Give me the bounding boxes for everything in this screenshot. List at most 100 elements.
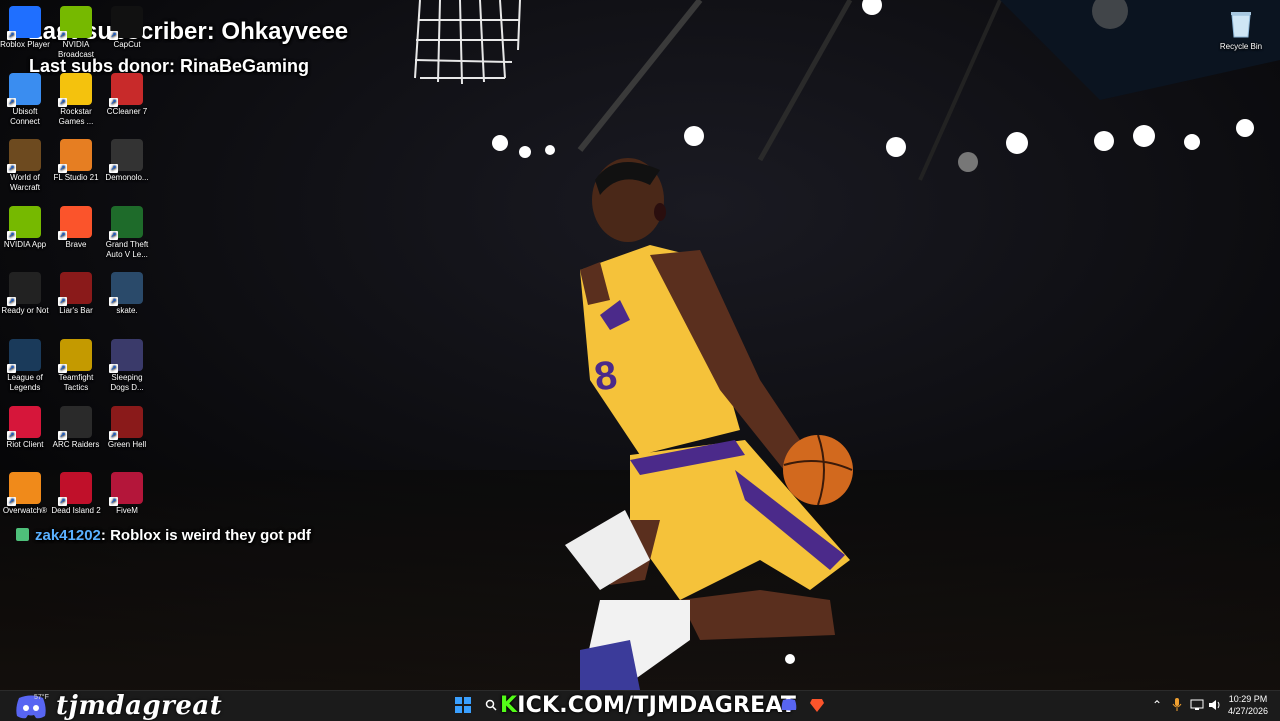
desktop-shortcut-label: World of Warcraft [10, 173, 40, 193]
skate-icon: ↗ [109, 272, 143, 307]
taskbar-brave-app[interactable] [808, 696, 826, 714]
desktop-shortcut-brave[interactable]: ↗ Brave [51, 205, 101, 250]
fivem-icon: ↗ [109, 472, 143, 507]
desktop-shortcut-label: Ready or Not [1, 306, 49, 316]
brave-app-icon [810, 699, 824, 712]
desktop-shortcut-label: Liar's Bar [59, 306, 93, 316]
show-hidden-icons-button[interactable]: ⌃ [1148, 696, 1166, 714]
desktop-shortcut-label: NVIDIA App [3, 239, 47, 249]
arc-raiders-icon: ↗ [58, 405, 92, 440]
shortcut-arrow-icon: ↗ [7, 297, 16, 307]
desktop-shortcut-nvidia-app[interactable]: ↗ NVIDIA App [0, 205, 50, 250]
shortcut-arrow-icon: ↗ [109, 430, 118, 440]
volume-control[interactable] [1206, 696, 1224, 714]
shortcut-arrow-icon: ↗ [58, 297, 67, 307]
desktop-shortcut-league[interactable]: ↗ League of Legends [0, 339, 50, 393]
ubisoft-icon: ↗ [7, 72, 41, 107]
kick-url-banner: KICK.COM/TJMDAGREAT [500, 693, 796, 718]
desktop-shortcut-overwatch[interactable]: ↗ Overwatch® [0, 472, 50, 516]
desktop-shortcut-dead-island[interactable]: ↗ Dead Island 2 [51, 472, 101, 516]
tft-icon: ↗ [58, 339, 92, 373]
shortcut-arrow-icon: ↗ [7, 497, 16, 507]
desktop-shortcut-label: Green Hell [107, 439, 147, 449]
microphone-icon [1172, 698, 1182, 711]
search-button[interactable] [482, 696, 500, 714]
recycle-bin-shortcut[interactable]: Recycle Bin [1216, 8, 1266, 52]
desktop-shortcut-capcut[interactable]: ↗ CapCut [102, 6, 152, 50]
kick-logo: K [500, 693, 518, 718]
shortcut-arrow-icon: ↗ [109, 97, 118, 107]
desktop-shortcut-liars-bar[interactable]: ↗ Liar's Bar [51, 272, 101, 316]
streamer-name: tjmdagreat [56, 691, 223, 721]
shortcut-arrow-icon: ↗ [7, 364, 16, 373]
shortcut-arrow-icon: ↗ [109, 497, 118, 507]
shortcut-arrow-icon: ↗ [7, 430, 16, 440]
recycle-bin-icon [1225, 8, 1257, 40]
desktop-shortcut-label: Overwatch® [2, 506, 48, 516]
desktop-shortcut-gta-v[interactable]: ↗ Grand Theft Auto V Le... [102, 205, 152, 260]
desktop-shortcut-label: Teamfight Tactics [58, 373, 94, 392]
desktop-shortcut-arc-raiders[interactable]: ↗ ARC Raiders [51, 405, 101, 450]
recycle-bin-label: Recycle Bin [1219, 42, 1263, 51]
discord-app-icon [781, 699, 797, 711]
kick-url-text: ICK.COM/TJMDAGREAT [517, 693, 797, 718]
nvidia-app-icon: ↗ [7, 205, 41, 240]
sleeping-dogs-icon: ↗ [109, 339, 143, 373]
desktop-shortcut-ccleaner[interactable]: ↗ CCleaner 7 [102, 72, 152, 117]
desktop-shortcut-demonologist[interactable]: ↗ Demonolo... [102, 139, 152, 183]
overwatch-icon: ↗ [7, 472, 41, 507]
desktop-shortcut-ubisoft[interactable]: ↗ Ubisoft Connect [0, 72, 50, 127]
desktop-shortcut-roblox[interactable]: ↗ Roblox Player [0, 6, 50, 50]
demonologist-icon: ↗ [109, 139, 143, 174]
brave-icon: ↗ [58, 205, 92, 240]
desktop-shortcut-green-hell[interactable]: ↗ Green Hell [102, 405, 152, 450]
desktop-shortcut-skate[interactable]: ↗ skate. [102, 272, 152, 316]
desktop-shortcut-riot-client[interactable]: ↗ Riot Client [0, 405, 50, 450]
rockstar-icon: ↗ [58, 72, 92, 107]
shortcut-arrow-icon: ↗ [7, 230, 16, 240]
gta-v-icon: ↗ [109, 205, 143, 240]
desktop-shortcut-sleeping-dogs[interactable]: ↗ Sleeping Dogs D... [102, 339, 152, 393]
desktop-shortcut-label: League of Legends [7, 373, 43, 392]
chevron-up-icon: ⌃ [1151, 698, 1163, 712]
clock-date: 4/27/2026 [1227, 706, 1268, 716]
shortcut-arrow-icon: ↗ [109, 164, 118, 174]
shortcut-arrow-icon: ↗ [58, 230, 67, 240]
shortcut-arrow-icon: ↗ [7, 97, 16, 107]
shortcut-arrow-icon: ↗ [58, 430, 67, 440]
desktop-shortcut-label: Rockstar Games ... [58, 106, 94, 126]
desktop-shortcut-fl-studio[interactable]: ↗ FL Studio 21 [51, 139, 101, 183]
shortcut-arrow-icon: ↗ [58, 164, 67, 174]
roblox-icon: ↗ [7, 6, 41, 40]
desktop-shortcut-rockstar[interactable]: ↗ Rockstar Games ... [51, 72, 101, 127]
desktop-shortcut-label: Ubisoft Connect [10, 106, 40, 126]
taskbar-discord-app[interactable] [780, 696, 798, 714]
ready-or-not-icon: ↗ [7, 272, 41, 307]
nvidia-broadcast-icon: ↗ [58, 6, 92, 40]
clock[interactable]: 10:29 PM 4/27/2026 [1228, 693, 1268, 717]
start-button[interactable] [454, 696, 472, 714]
league-icon: ↗ [7, 339, 41, 373]
ccleaner-icon: ↗ [109, 72, 143, 107]
clock-time: 10:29 PM [1228, 694, 1268, 704]
chat-badge-icon [16, 528, 29, 541]
desktop-shortcut-label: FL Studio 21 [53, 173, 99, 183]
shortcut-arrow-icon: ↗ [109, 31, 118, 40]
dead-island-icon: ↗ [58, 472, 92, 507]
desktop-shortcut-nvidia-broadcast[interactable]: ↗ NVIDIA Broadcast [51, 6, 101, 60]
desktop-shortcut-fivem[interactable]: ↗ FiveM [102, 472, 152, 516]
desktop-shortcut-label: Grand Theft Auto V Le... [105, 239, 149, 259]
shortcut-arrow-icon: ↗ [7, 31, 16, 40]
desktop-shortcut-wow[interactable]: ↗ World of Warcraft [0, 139, 50, 193]
shortcut-arrow-icon: ↗ [58, 497, 67, 507]
desktop-shortcut-ready-or-not[interactable]: ↗ Ready or Not [0, 272, 50, 316]
network-status[interactable] [1188, 696, 1206, 714]
wow-icon: ↗ [7, 139, 41, 174]
desktop-shortcut-tft[interactable]: ↗ Teamfight Tactics [51, 339, 101, 393]
shortcut-arrow-icon: ↗ [58, 97, 67, 107]
weather-widget[interactable]: 57°F [34, 694, 49, 701]
shortcut-arrow-icon: ↗ [109, 364, 118, 373]
desktop-shortcut-label: FiveM [116, 506, 138, 516]
green-hell-icon: ↗ [109, 405, 143, 440]
microphone-indicator[interactable] [1168, 696, 1186, 714]
